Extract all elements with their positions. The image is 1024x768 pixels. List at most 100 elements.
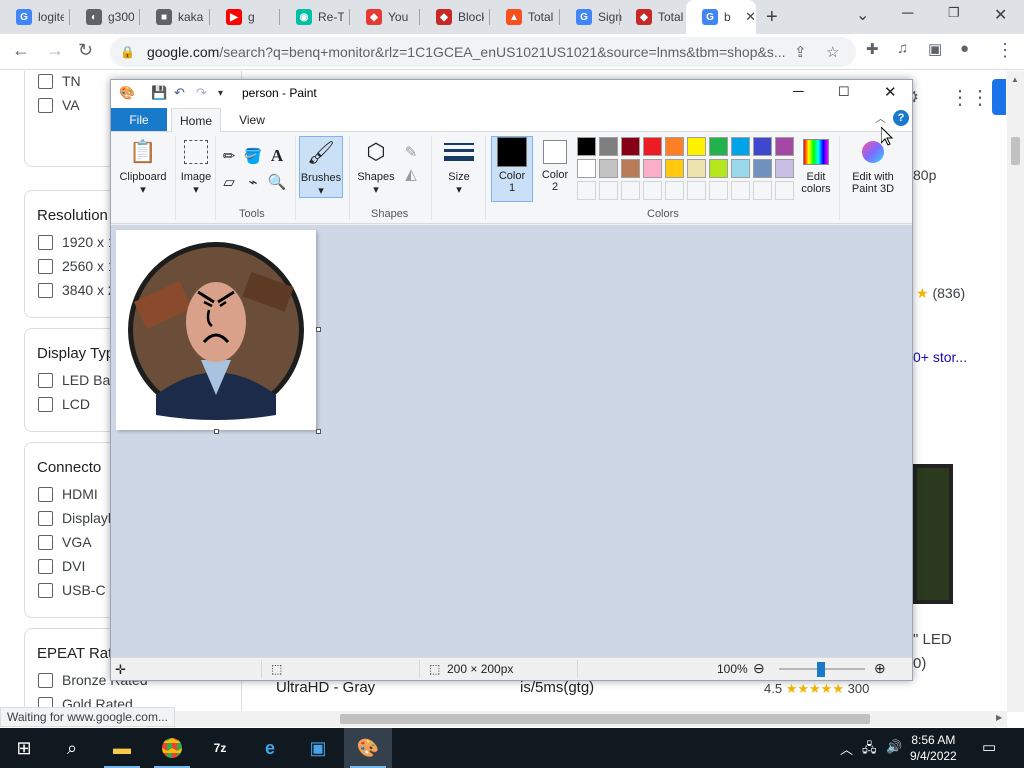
redo-icon[interactable]: ↷ [196, 85, 207, 101]
browser-tab[interactable]: Gb ✕ [686, 0, 756, 34]
browser-tab[interactable]: ■ kaka [140, 0, 206, 34]
palette-color-swatch[interactable] [753, 137, 772, 156]
palette-color-swatch[interactable] [687, 159, 706, 178]
browser-restore-button[interactable]: ❐ [948, 5, 960, 21]
palette-color-swatch[interactable] [577, 159, 596, 178]
zoom-in-button[interactable]: ⊕ [874, 660, 886, 677]
palette-color-swatch[interactable] [577, 137, 596, 156]
palette-color-swatch[interactable] [621, 159, 640, 178]
image-button[interactable]: Image ▾ [177, 136, 215, 196]
browser-tab[interactable]: ◐ g300 [70, 0, 136, 34]
browser-close-button[interactable]: ✕ [994, 5, 1007, 25]
chrome-icon[interactable] [148, 728, 196, 768]
browser-minimize-button[interactable]: ─ [902, 5, 913, 23]
palette-color-swatch[interactable] [775, 137, 794, 156]
page-horizontal-scrollbar[interactable]: ▶ [110, 711, 1007, 727]
customize-qat-icon[interactable]: ▾ [218, 88, 223, 99]
paint-maximize-button[interactable]: ☐ [838, 84, 850, 100]
resize-handle-corner[interactable] [316, 429, 321, 434]
paint-minimize-button[interactable]: ─ [793, 83, 804, 100]
paint-taskbar-icon[interactable]: 🎨 [344, 728, 392, 768]
vertical-scroll-thumb[interactable] [1011, 137, 1020, 165]
browser-tab[interactable]: Glogite [0, 0, 66, 34]
forward-icon[interactable]: → [46, 40, 64, 61]
custom-color-slot[interactable] [577, 181, 596, 200]
eraser-icon[interactable]: ▱ [219, 172, 239, 192]
paint-canvas[interactable] [116, 230, 316, 430]
brushes-button[interactable]: 🖌 Brushes ▾ [299, 136, 343, 198]
custom-color-slot[interactable] [665, 181, 684, 200]
horizontal-scroll-thumb[interactable] [340, 714, 870, 724]
system-clock[interactable]: 8:56 AM 9/4/2022 [910, 732, 957, 764]
palette-color-swatch[interactable] [709, 137, 728, 156]
palette-color-swatch[interactable] [643, 137, 662, 156]
paint-close-button[interactable]: ✕ [884, 83, 897, 101]
result-more-stores-link[interactable]: 0+ stor... [913, 349, 967, 365]
monitor-product-image[interactable] [913, 464, 953, 604]
palette-color-swatch[interactable] [599, 137, 618, 156]
extensions-icon[interactable]: ✚ [866, 40, 879, 58]
outline-icon[interactable]: ✎ [401, 142, 421, 162]
new-tab-button[interactable]: + [766, 6, 778, 29]
custom-color-slot[interactable] [621, 181, 640, 200]
text-tool-icon[interactable]: A [267, 146, 287, 166]
color-picker-icon[interactable]: ⌁ [243, 172, 263, 192]
palette-color-swatch[interactable] [665, 137, 684, 156]
custom-color-slot[interactable] [599, 181, 618, 200]
side-panel-icon[interactable]: ▣ [928, 40, 942, 58]
pencil-icon[interactable]: ✏ [219, 146, 239, 166]
network-icon[interactable]: 🖧 [862, 739, 877, 761]
paint-canvas-area[interactable] [111, 225, 912, 657]
palette-color-swatch[interactable] [665, 159, 684, 178]
file-menu-button[interactable]: File [111, 108, 167, 131]
photos-icon[interactable]: ▣ [294, 728, 342, 768]
share-icon[interactable]: ⇪ [794, 43, 807, 61]
zoom-slider-thumb[interactable] [817, 662, 825, 677]
custom-color-slot[interactable] [687, 181, 706, 200]
profile-avatar-icon[interactable]: ● [960, 40, 969, 57]
volume-icon[interactable]: 🔊 [886, 739, 902, 755]
media-control-icon[interactable]: ♫ [897, 40, 908, 57]
browser-tab[interactable]: G Sign [560, 0, 626, 34]
color2-button[interactable]: Color 2 [535, 136, 575, 193]
show-hidden-icons-icon[interactable]: ︿ [840, 739, 853, 758]
browser-tab[interactable]: ◉ Re-Ti [280, 0, 346, 34]
resize-handle-right[interactable] [316, 327, 321, 332]
sign-in-button[interactable] [992, 79, 1006, 115]
palette-color-swatch[interactable] [775, 159, 794, 178]
browser-tab[interactable]: ▶ g [210, 0, 276, 34]
tab-view[interactable]: View [229, 108, 275, 132]
browser-tab[interactable]: ◆ You [350, 0, 416, 34]
custom-color-slot[interactable] [643, 181, 662, 200]
7zip-icon[interactable]: 7z [196, 728, 244, 768]
browser-tab[interactable]: ◆ Block [420, 0, 486, 34]
clipboard-button[interactable]: 📋 Clipboard ▾ [115, 136, 171, 196]
save-icon[interactable]: 💾 [151, 85, 167, 101]
browser-tab[interactable]: ▲ Total [490, 0, 556, 34]
palette-color-swatch[interactable] [687, 137, 706, 156]
custom-color-slot[interactable] [709, 181, 728, 200]
magnifier-icon[interactable]: 🔍 [267, 172, 287, 192]
reload-icon[interactable]: ↻ [78, 40, 93, 61]
size-button[interactable]: Size ▾ [439, 136, 479, 196]
search-icon[interactable]: ⌕ [48, 728, 96, 768]
tab-close-icon[interactable]: ✕ [745, 9, 756, 25]
product-title-1[interactable]: UltraHD - Gray [276, 679, 375, 696]
resize-handle-bottom[interactable] [214, 429, 219, 434]
edit-colors-button[interactable]: Edit colors [797, 136, 835, 195]
palette-color-swatch[interactable] [731, 137, 750, 156]
shapes-button[interactable]: ⬡ Shapes ▾ [355, 136, 397, 196]
file-explorer-icon[interactable]: ▬ [98, 728, 146, 768]
product-title-2[interactable]: is/5ms(gtg) [520, 679, 594, 696]
fill-icon[interactable]: ◭ [401, 164, 421, 184]
custom-color-slot[interactable] [753, 181, 772, 200]
tab-search-icon[interactable]: ⌄ [856, 5, 869, 25]
custom-color-slot[interactable] [775, 181, 794, 200]
chrome-menu-icon[interactable]: ⋮ [996, 40, 1014, 61]
start-windows-icon[interactable]: ⊞ [0, 728, 48, 768]
notifications-icon[interactable]: ▭ [982, 738, 996, 756]
palette-color-swatch[interactable] [753, 159, 772, 178]
palette-color-swatch[interactable] [731, 159, 750, 178]
fill-bucket-icon[interactable]: 🪣 [243, 146, 263, 166]
internet-explorer-icon[interactable]: e [246, 728, 294, 768]
